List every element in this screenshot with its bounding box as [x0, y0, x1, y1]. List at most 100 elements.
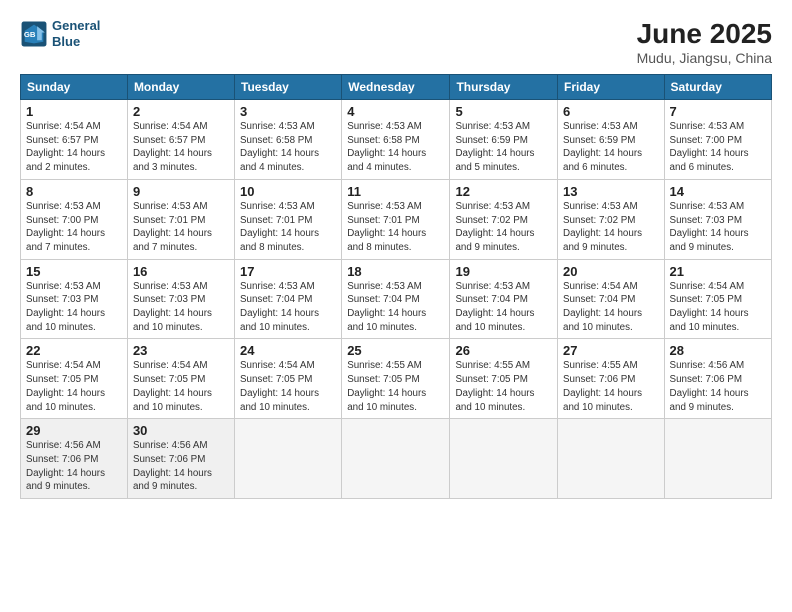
table-row	[558, 419, 665, 499]
day-detail: Sunrise: 4:54 AMSunset: 7:05 PMDaylight:…	[240, 359, 336, 414]
day-detail: Sunrise: 4:53 AMSunset: 7:02 PMDaylight:…	[455, 200, 552, 255]
table-row: 24Sunrise: 4:54 AMSunset: 7:05 PMDayligh…	[235, 339, 342, 419]
table-row	[664, 419, 771, 499]
table-row: 21Sunrise: 4:54 AMSunset: 7:05 PMDayligh…	[664, 259, 771, 339]
logo-icon: GB	[20, 20, 48, 48]
day-number: 14	[670, 184, 766, 199]
table-row: 6Sunrise: 4:53 AMSunset: 6:59 PMDaylight…	[558, 100, 665, 180]
day-detail: Sunrise: 4:55 AMSunset: 7:05 PMDaylight:…	[347, 359, 444, 414]
col-tuesday: Tuesday	[235, 75, 342, 100]
col-friday: Friday	[558, 75, 665, 100]
table-row: 11Sunrise: 4:53 AMSunset: 7:01 PMDayligh…	[342, 179, 450, 259]
day-detail: Sunrise: 4:53 AMSunset: 7:00 PMDaylight:…	[670, 120, 766, 175]
table-row: 2Sunrise: 4:54 AMSunset: 6:57 PMDaylight…	[127, 100, 234, 180]
day-number: 9	[133, 184, 229, 199]
day-number: 21	[670, 264, 766, 279]
day-number: 25	[347, 343, 444, 358]
table-row: 29Sunrise: 4:56 AMSunset: 7:06 PMDayligh…	[21, 419, 128, 499]
day-detail: Sunrise: 4:53 AMSunset: 6:58 PMDaylight:…	[240, 120, 336, 175]
day-detail: Sunrise: 4:53 AMSunset: 7:03 PMDaylight:…	[670, 200, 766, 255]
calendar-row: 8Sunrise: 4:53 AMSunset: 7:00 PMDaylight…	[21, 179, 772, 259]
day-detail: Sunrise: 4:53 AMSunset: 7:01 PMDaylight:…	[347, 200, 444, 255]
day-number: 7	[670, 104, 766, 119]
day-detail: Sunrise: 4:53 AMSunset: 7:01 PMDaylight:…	[133, 200, 229, 255]
table-row: 28Sunrise: 4:56 AMSunset: 7:06 PMDayligh…	[664, 339, 771, 419]
day-number: 22	[26, 343, 122, 358]
table-row: 13Sunrise: 4:53 AMSunset: 7:02 PMDayligh…	[558, 179, 665, 259]
day-number: 11	[347, 184, 444, 199]
day-number: 24	[240, 343, 336, 358]
day-number: 29	[26, 423, 122, 438]
day-detail: Sunrise: 4:53 AMSunset: 6:59 PMDaylight:…	[455, 120, 552, 175]
day-detail: Sunrise: 4:54 AMSunset: 6:57 PMDaylight:…	[26, 120, 122, 175]
day-detail: Sunrise: 4:53 AMSunset: 7:01 PMDaylight:…	[240, 200, 336, 255]
calendar-row: 22Sunrise: 4:54 AMSunset: 7:05 PMDayligh…	[21, 339, 772, 419]
day-number: 26	[455, 343, 552, 358]
day-detail: Sunrise: 4:54 AMSunset: 6:57 PMDaylight:…	[133, 120, 229, 175]
day-detail: Sunrise: 4:53 AMSunset: 7:03 PMDaylight:…	[133, 280, 229, 335]
day-number: 4	[347, 104, 444, 119]
day-detail: Sunrise: 4:53 AMSunset: 7:04 PMDaylight:…	[347, 280, 444, 335]
calendar-row: 15Sunrise: 4:53 AMSunset: 7:03 PMDayligh…	[21, 259, 772, 339]
page: GB General Blue June 2025 Mudu, Jiangsu,…	[0, 0, 792, 612]
day-number: 3	[240, 104, 336, 119]
table-row: 19Sunrise: 4:53 AMSunset: 7:04 PMDayligh…	[450, 259, 558, 339]
table-row: 12Sunrise: 4:53 AMSunset: 7:02 PMDayligh…	[450, 179, 558, 259]
day-number: 15	[26, 264, 122, 279]
table-row: 10Sunrise: 4:53 AMSunset: 7:01 PMDayligh…	[235, 179, 342, 259]
table-row: 4Sunrise: 4:53 AMSunset: 6:58 PMDaylight…	[342, 100, 450, 180]
table-row: 23Sunrise: 4:54 AMSunset: 7:05 PMDayligh…	[127, 339, 234, 419]
title-area: June 2025 Mudu, Jiangsu, China	[637, 18, 772, 66]
table-row: 16Sunrise: 4:53 AMSunset: 7:03 PMDayligh…	[127, 259, 234, 339]
col-thursday: Thursday	[450, 75, 558, 100]
day-number: 6	[563, 104, 659, 119]
day-detail: Sunrise: 4:53 AMSunset: 7:03 PMDaylight:…	[26, 280, 122, 335]
table-row: 17Sunrise: 4:53 AMSunset: 7:04 PMDayligh…	[235, 259, 342, 339]
table-row	[342, 419, 450, 499]
day-detail: Sunrise: 4:54 AMSunset: 7:05 PMDaylight:…	[670, 280, 766, 335]
table-row: 9Sunrise: 4:53 AMSunset: 7:01 PMDaylight…	[127, 179, 234, 259]
table-row: 30Sunrise: 4:56 AMSunset: 7:06 PMDayligh…	[127, 419, 234, 499]
svg-text:GB: GB	[24, 30, 36, 39]
table-row: 20Sunrise: 4:54 AMSunset: 7:04 PMDayligh…	[558, 259, 665, 339]
day-number: 27	[563, 343, 659, 358]
logo-line1: General	[52, 18, 100, 34]
table-row: 8Sunrise: 4:53 AMSunset: 7:00 PMDaylight…	[21, 179, 128, 259]
table-row: 3Sunrise: 4:53 AMSunset: 6:58 PMDaylight…	[235, 100, 342, 180]
day-detail: Sunrise: 4:53 AMSunset: 7:02 PMDaylight:…	[563, 200, 659, 255]
day-number: 16	[133, 264, 229, 279]
col-saturday: Saturday	[664, 75, 771, 100]
day-detail: Sunrise: 4:54 AMSunset: 7:05 PMDaylight:…	[26, 359, 122, 414]
day-number: 18	[347, 264, 444, 279]
day-detail: Sunrise: 4:56 AMSunset: 7:06 PMDaylight:…	[670, 359, 766, 414]
day-number: 8	[26, 184, 122, 199]
day-detail: Sunrise: 4:53 AMSunset: 6:59 PMDaylight:…	[563, 120, 659, 175]
day-detail: Sunrise: 4:54 AMSunset: 7:04 PMDaylight:…	[563, 280, 659, 335]
day-number: 19	[455, 264, 552, 279]
day-detail: Sunrise: 4:53 AMSunset: 7:04 PMDaylight:…	[240, 280, 336, 335]
day-number: 28	[670, 343, 766, 358]
col-wednesday: Wednesday	[342, 75, 450, 100]
main-title: June 2025	[637, 18, 772, 50]
calendar-row: 1Sunrise: 4:54 AMSunset: 6:57 PMDaylight…	[21, 100, 772, 180]
table-row: 15Sunrise: 4:53 AMSunset: 7:03 PMDayligh…	[21, 259, 128, 339]
calendar-row: 29Sunrise: 4:56 AMSunset: 7:06 PMDayligh…	[21, 419, 772, 499]
day-number: 5	[455, 104, 552, 119]
table-row: 1Sunrise: 4:54 AMSunset: 6:57 PMDaylight…	[21, 100, 128, 180]
logo-line2: Blue	[52, 34, 100, 50]
day-number: 2	[133, 104, 229, 119]
logo-text: General Blue	[52, 18, 100, 49]
day-detail: Sunrise: 4:55 AMSunset: 7:05 PMDaylight:…	[455, 359, 552, 414]
logo: GB General Blue	[20, 18, 100, 49]
day-detail: Sunrise: 4:53 AMSunset: 6:58 PMDaylight:…	[347, 120, 444, 175]
day-number: 23	[133, 343, 229, 358]
calendar-header-row: Sunday Monday Tuesday Wednesday Thursday…	[21, 75, 772, 100]
table-row	[450, 419, 558, 499]
table-row: 25Sunrise: 4:55 AMSunset: 7:05 PMDayligh…	[342, 339, 450, 419]
day-number: 20	[563, 264, 659, 279]
day-detail: Sunrise: 4:53 AMSunset: 7:00 PMDaylight:…	[26, 200, 122, 255]
table-row: 26Sunrise: 4:55 AMSunset: 7:05 PMDayligh…	[450, 339, 558, 419]
header: GB General Blue June 2025 Mudu, Jiangsu,…	[20, 18, 772, 66]
day-number: 17	[240, 264, 336, 279]
table-row: 7Sunrise: 4:53 AMSunset: 7:00 PMDaylight…	[664, 100, 771, 180]
